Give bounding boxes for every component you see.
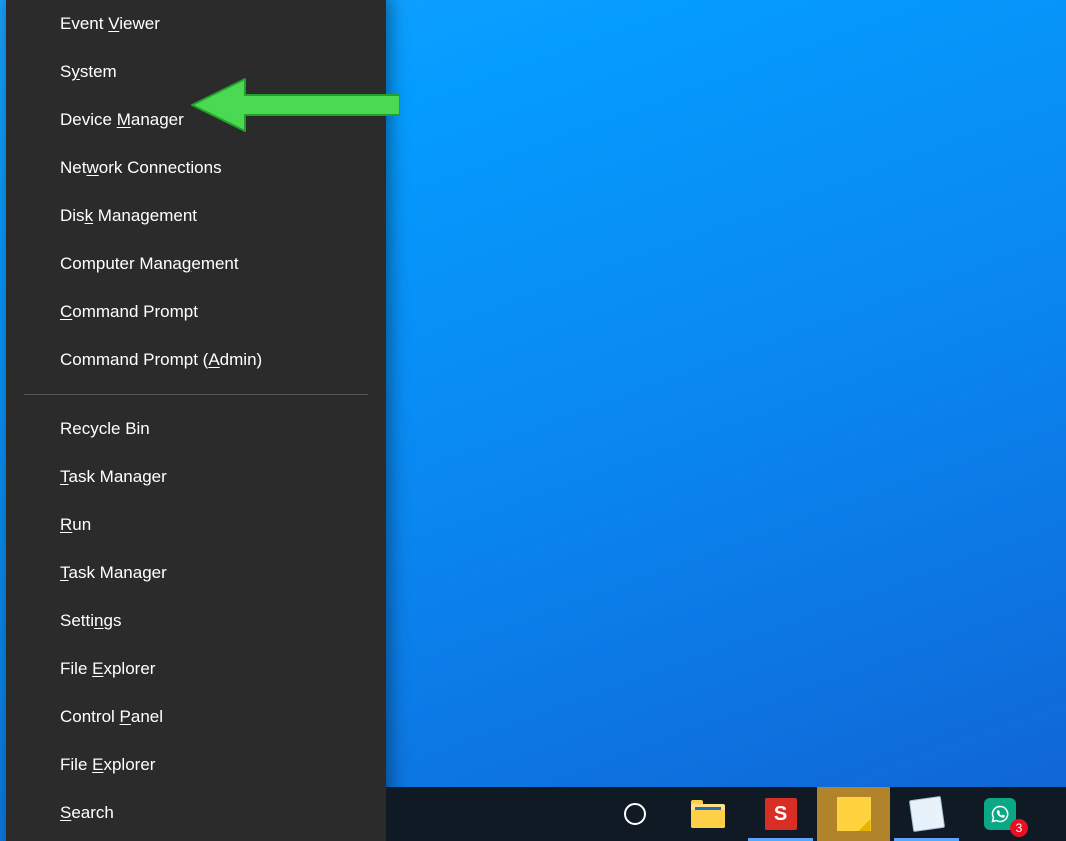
- taskbar-spacer: [386, 787, 598, 841]
- notepad-icon: [908, 796, 944, 832]
- menu-item-system[interactable]: System: [6, 48, 386, 96]
- taskbar-item-whatsapp[interactable]: 3: [963, 787, 1036, 841]
- menu-item-accel: M: [117, 110, 131, 129]
- menu-item-command-prompt[interactable]: Command Prompt: [6, 288, 386, 336]
- menu-item-label: Device: [60, 110, 117, 129]
- menu-item-recycle-bin[interactable]: Recycle Bin: [6, 405, 386, 453]
- taskbar-item-notepad[interactable]: [890, 787, 963, 841]
- menu-item-label: S: [60, 62, 71, 81]
- notification-badge: 3: [1010, 819, 1028, 837]
- menu-item-accel: g: [182, 254, 191, 273]
- menu-item-label: Control: [60, 707, 120, 726]
- menu-item-network-connections[interactable]: Network Connections: [6, 144, 386, 192]
- menu-item-label: File: [60, 659, 92, 678]
- menu-item-control-panel[interactable]: Control Panel: [6, 693, 386, 741]
- menu-item-accel: T: [60, 563, 69, 582]
- menu-item-task-manager-2[interactable]: Task Manager: [6, 549, 386, 597]
- menu-item-label-post: anager: [131, 110, 184, 129]
- menu-item-label-post: ork Connections: [99, 158, 222, 177]
- menu-item-accel: V: [108, 14, 119, 33]
- menu-item-event-viewer[interactable]: Event Viewer: [6, 0, 386, 48]
- menu-item-label: Computer Mana: [60, 254, 182, 273]
- menu-item-accel: A: [208, 350, 219, 369]
- menu-item-file-explorer[interactable]: File Explorer: [6, 645, 386, 693]
- menu-item-accel: S: [60, 803, 71, 822]
- menu-item-accel: k: [85, 206, 94, 225]
- menu-item-accel: n: [94, 611, 103, 630]
- menu-item-label: Recycle: [60, 419, 125, 438]
- menu-item-accel: R: [60, 515, 72, 534]
- menu-item-accel: w: [86, 158, 98, 177]
- sticky-notes-icon: [837, 797, 871, 831]
- menu-item-device-manager[interactable]: Device Manager: [6, 96, 386, 144]
- menu-item-label: File: [60, 755, 92, 774]
- menu-item-label-post: gs: [104, 611, 122, 630]
- menu-item-label-post: xplorer: [103, 755, 155, 774]
- menu-group-2: Recycle Bin Task Manager Run Task Manage…: [6, 401, 386, 841]
- menu-item-accel: P: [120, 707, 131, 726]
- menu-item-settings[interactable]: Settings: [6, 597, 386, 645]
- menu-item-label-post: ement: [191, 254, 238, 273]
- menu-item-label: Command Prompt (: [60, 350, 208, 369]
- menu-item-label-post: ask Manager: [69, 467, 167, 486]
- menu-item-file-explorer-2[interactable]: File Explorer: [6, 741, 386, 789]
- winx-context-menu: Event Viewer System Device Manager Netwo…: [6, 0, 386, 841]
- taskbar-item-cortana[interactable]: [598, 787, 671, 841]
- taskbar-item-file-explorer[interactable]: [671, 787, 744, 841]
- menu-item-label: Dis: [60, 206, 85, 225]
- menu-item-accel: C: [60, 302, 72, 321]
- menu-item-label-post: anel: [131, 707, 163, 726]
- menu-item-run[interactable]: Run: [6, 501, 386, 549]
- menu-item-label-post: earch: [71, 803, 114, 822]
- menu-item-label-post: iewer: [119, 14, 160, 33]
- snagit-icon: S: [765, 798, 797, 830]
- file-explorer-icon: [691, 800, 725, 828]
- menu-item-accel: E: [92, 659, 103, 678]
- menu-item-label-post: xplorer: [103, 659, 155, 678]
- menu-item-label-post: ask Manager: [69, 563, 167, 582]
- taskbar-item-sticky-notes[interactable]: [817, 787, 890, 841]
- menu-item-accel: y: [71, 62, 80, 81]
- menu-item-accel: E: [92, 755, 103, 774]
- menu-item-accel: T: [60, 467, 69, 486]
- cortana-ring-icon: [624, 803, 646, 825]
- taskbar: S 3: [386, 787, 1066, 841]
- menu-item-computer-management[interactable]: Computer Management: [6, 240, 386, 288]
- menu-item-label-post: Management: [93, 206, 197, 225]
- menu-item-label-post: Bin: [125, 419, 150, 438]
- menu-item-label-post: stem: [80, 62, 117, 81]
- menu-item-disk-management[interactable]: Disk Management: [6, 192, 386, 240]
- menu-item-search[interactable]: Search: [6, 789, 386, 837]
- menu-item-label: Event: [60, 14, 108, 33]
- menu-item-label-post: ommand Prompt: [72, 302, 198, 321]
- menu-item-command-prompt-admin[interactable]: Command Prompt (Admin): [6, 336, 386, 384]
- menu-item-label-post: un: [72, 515, 91, 534]
- menu-item-label: Net: [60, 158, 86, 177]
- menu-group-1: Event Viewer System Device Manager Netwo…: [6, 0, 386, 388]
- menu-item-label-post: dmin): [220, 350, 263, 369]
- menu-item-task-manager[interactable]: Task Manager: [6, 453, 386, 501]
- menu-separator: [24, 394, 368, 395]
- menu-item-label: Setti: [60, 611, 94, 630]
- taskbar-item-snagit[interactable]: S: [744, 787, 817, 841]
